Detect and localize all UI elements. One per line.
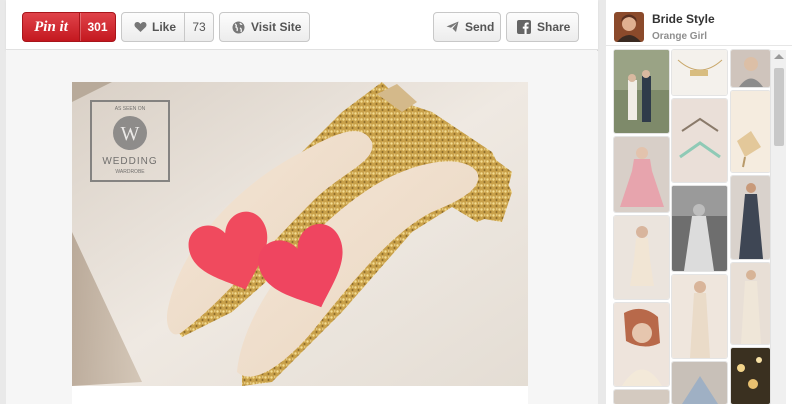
sidebar-scrollbar[interactable]	[770, 50, 786, 404]
visit-site-button[interactable]: Visit Site	[219, 12, 310, 42]
board-thumbnail[interactable]	[614, 216, 669, 299]
board-thumbnail[interactable]	[731, 50, 770, 87]
share-button[interactable]: Share	[506, 12, 579, 42]
scroll-up-icon[interactable]	[774, 54, 784, 59]
board-thumbnail[interactable]	[731, 263, 770, 344]
heart-icon	[134, 21, 147, 33]
paper-plane-icon	[446, 21, 459, 33]
board-thumbnail[interactable]	[731, 348, 770, 404]
board-thumbnail[interactable]	[672, 50, 727, 95]
avatar[interactable]	[614, 12, 644, 42]
like-label: Like	[152, 20, 177, 34]
board-owner[interactable]: Orange Girl	[652, 31, 707, 42]
svg-text:WARDROBE: WARDROBE	[115, 169, 145, 175]
board-thumbnail[interactable]	[731, 176, 770, 259]
pin-image[interactable]: AS SEEN ON W WEDDING WARDROBE	[72, 82, 528, 386]
board-thumbnail[interactable]	[672, 99, 727, 182]
board-thumbnail[interactable]	[614, 390, 669, 404]
pin-it-button[interactable]: Pin it 301	[22, 12, 116, 42]
board-header[interactable]: Bride Style Orange Girl	[606, 0, 792, 46]
svg-text:W: W	[121, 123, 140, 145]
pin-description-area	[72, 386, 528, 404]
board-thumbnail[interactable]	[614, 50, 669, 133]
share-label: Share	[537, 20, 571, 34]
pin-toolbar: Pin it 301 Like 73 Visit Site Send Share	[6, 0, 598, 50]
send-label: Send	[465, 20, 495, 34]
pin-panel: Pin it 301 Like 73 Visit Site Send Share…	[6, 0, 598, 404]
pin-it-label: Pin it	[34, 18, 68, 35]
pin-content: AS SEEN ON W WEDDING WARDROBE	[6, 51, 598, 404]
visit-site-label: Visit Site	[251, 20, 302, 34]
board-thumbnail[interactable]	[614, 303, 669, 386]
board-thumbnail[interactable]	[672, 362, 727, 404]
board-title[interactable]: Bride Style	[652, 12, 715, 26]
board-thumbnail[interactable]	[614, 137, 669, 212]
send-button[interactable]: Send	[433, 12, 501, 42]
board-thumbnail[interactable]	[731, 91, 770, 172]
globe-icon	[232, 21, 245, 34]
svg-text:AS SEEN ON: AS SEEN ON	[115, 106, 146, 112]
scroll-thumb[interactable]	[774, 68, 784, 146]
like-button[interactable]: Like 73	[121, 12, 214, 42]
board-thumbnail[interactable]	[672, 275, 727, 358]
facebook-icon	[517, 20, 531, 34]
like-count: 73	[184, 13, 213, 41]
svg-text:WEDDING: WEDDING	[102, 156, 157, 167]
pin-count: 301	[79, 13, 115, 41]
board-thumbnail[interactable]	[672, 186, 727, 271]
